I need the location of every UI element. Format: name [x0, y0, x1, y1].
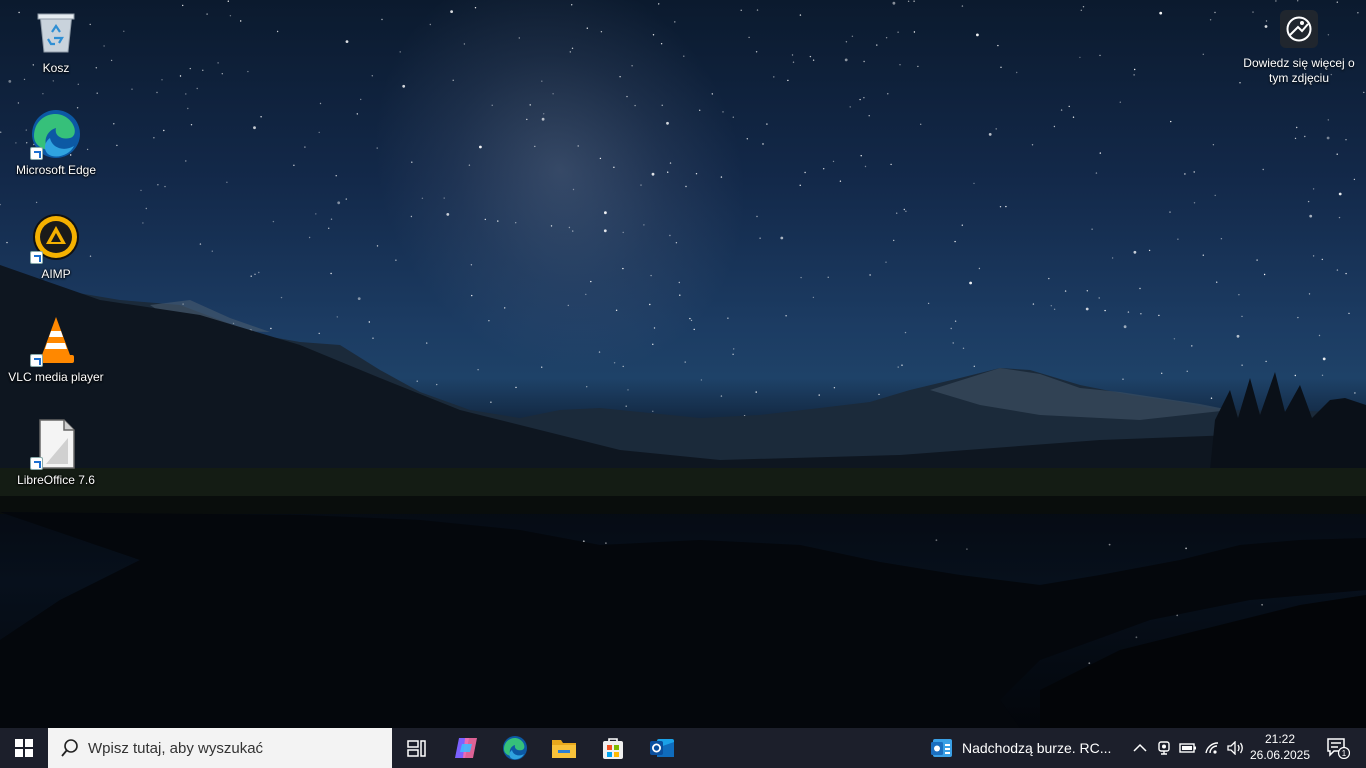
copilot-button[interactable] [441, 728, 490, 768]
task-view-icon [406, 740, 426, 757]
aimp-icon [30, 212, 82, 264]
search-placeholder: Wpisz tutaj, aby wyszukać [88, 739, 264, 757]
desktop-icon-libreoffice[interactable]: LibreOffice 7.6 [8, 418, 104, 488]
notification-count: 1 [1342, 749, 1347, 758]
desktop-icon-label: VLC media player [8, 370, 104, 384]
network-button[interactable] [1200, 728, 1224, 768]
shortcut-arrow-icon [30, 147, 43, 160]
outlook-icon [649, 739, 674, 757]
desktop-icon-vlc[interactable]: VLC media player [8, 315, 104, 385]
show-hidden-icons-button[interactable] [1128, 728, 1152, 768]
clock[interactable]: 21:22 26.06.2025 [1248, 731, 1312, 763]
copilot-icon [454, 738, 477, 758]
outlook-button[interactable] [637, 728, 686, 768]
search-box[interactable]: Wpisz tutaj, aby wyszukać [48, 728, 392, 768]
vlc-icon [30, 315, 82, 367]
battery-icon [1179, 743, 1196, 753]
desktop-icon-edge[interactable]: Microsoft Edge [8, 108, 104, 178]
shortcut-arrow-icon [30, 457, 43, 470]
desktop-icon-recycle-bin[interactable]: Kosz [8, 6, 104, 76]
system-tray [1128, 728, 1248, 768]
edge-taskbar-button[interactable] [490, 728, 539, 768]
notification-center-button[interactable]: 1 [1318, 728, 1358, 768]
windows-logo-icon [15, 739, 33, 757]
edge-icon [502, 736, 527, 760]
file-explorer-button[interactable] [539, 728, 588, 768]
learn-more-about-photo[interactable]: Dowiedz się więcej o tym zdjęciu [1240, 10, 1358, 86]
learn-more-label: Dowiedz się więcej o tym zdjęciu [1243, 56, 1355, 85]
lake-reflection [0, 512, 1366, 728]
shortcut-arrow-icon [30, 251, 43, 264]
notification-icon: 1 [1327, 738, 1350, 759]
desktop[interactable]: Kosz Microsoft Edge AIMP VLC media playe… [0, 0, 1366, 728]
recycle-bin-icon [30, 6, 82, 58]
chevron-up-icon [1133, 743, 1147, 752]
edge-icon [30, 108, 82, 160]
news-icon [931, 739, 952, 757]
meet-now-button[interactable] [1152, 728, 1176, 768]
libreoffice-icon [30, 418, 82, 470]
webcam-icon [1158, 741, 1170, 755]
shortcut-arrow-icon [30, 354, 43, 367]
battery-button[interactable] [1176, 728, 1200, 768]
file-explorer-icon [551, 740, 576, 758]
weather-text: Nadchodzą burze. RC... [962, 740, 1112, 756]
taskbar: Wpisz tutaj, aby wyszukać Nadchodzą burz… [0, 728, 1366, 768]
search-icon [61, 739, 78, 757]
start-button[interactable] [0, 728, 48, 768]
volume-button[interactable] [1224, 728, 1248, 768]
speaker-icon [1227, 741, 1243, 755]
desktop-icon-label: AIMP [41, 267, 71, 281]
camera-info-icon [1280, 10, 1318, 48]
store-icon [602, 738, 623, 759]
desktop-icon-aimp[interactable]: AIMP [8, 212, 104, 282]
desktop-icon-label: Microsoft Edge [15, 163, 97, 177]
store-button[interactable] [588, 728, 637, 768]
wifi-icon [1205, 742, 1219, 754]
clock-time: 21:22 [1264, 732, 1296, 746]
desktop-icon-label: LibreOffice 7.6 [17, 473, 95, 487]
clock-date: 26.06.2025 [1249, 748, 1311, 762]
desktop-icon-label: Kosz [42, 61, 70, 75]
weather-widget[interactable]: Nadchodzą burze. RC... [930, 728, 1111, 768]
task-view-button[interactable] [392, 728, 441, 768]
